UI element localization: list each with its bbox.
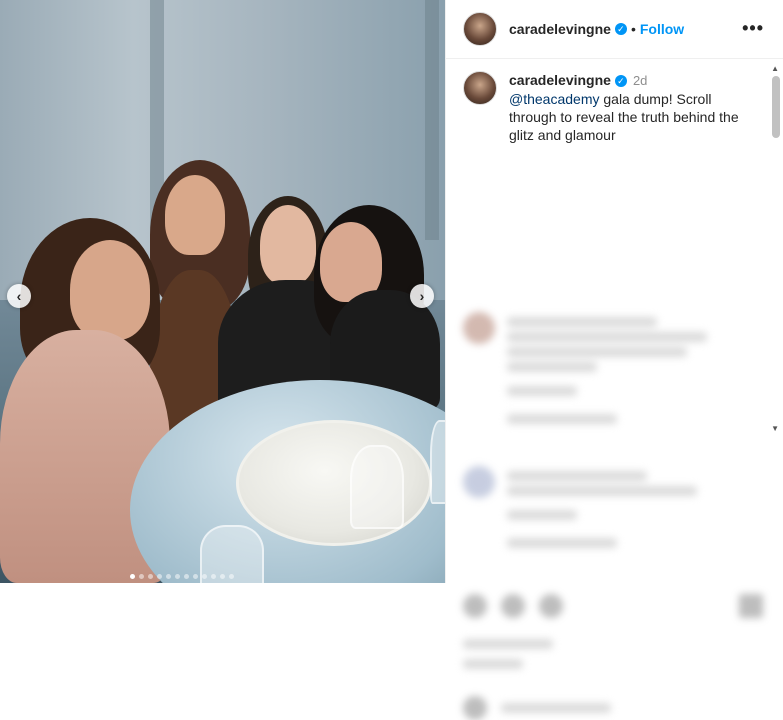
person-face: [165, 175, 225, 255]
comment-line: [507, 510, 577, 520]
comment-line: [507, 486, 697, 496]
post-caption: caradelevingne ✓ 2d @theacademy gala dump!…: [446, 59, 783, 144]
person-face: [70, 240, 150, 340]
like-icon: [463, 594, 487, 618]
follow-button[interactable]: Follow: [640, 21, 684, 37]
wine-glass: [430, 420, 445, 504]
comment-avatar: [463, 312, 495, 344]
carousel-dot: [211, 574, 216, 579]
comment-item: [463, 312, 727, 429]
more-options-icon[interactable]: •••: [742, 18, 764, 39]
carousel-dot: [184, 574, 189, 579]
comment-line: [507, 362, 597, 372]
caption-time[interactable]: 2d: [633, 73, 647, 88]
carousel-prev-button[interactable]: ‹: [7, 284, 31, 308]
verified-badge-icon: ✓: [614, 23, 627, 35]
carousel-dot: [148, 574, 153, 579]
action-bar: [463, 594, 763, 618]
carousel-dot: [193, 574, 198, 579]
comment-line: [507, 386, 577, 396]
carousel-dot: [202, 574, 207, 579]
add-comment-placeholder: [501, 703, 611, 713]
likes-line: [463, 639, 553, 649]
carousel-dots: [130, 574, 234, 579]
carousel-dot: [157, 574, 162, 579]
verified-badge-icon: ✓: [614, 75, 627, 88]
comment-line: [507, 347, 687, 357]
comment-line: [507, 317, 657, 327]
scrollbar-thumb[interactable]: [772, 76, 780, 138]
caption-avatar[interactable]: [463, 71, 497, 105]
carousel-dot: [175, 574, 180, 579]
separator-dot: •: [630, 21, 636, 37]
scroll-up-arrow-icon[interactable]: ▲: [771, 64, 779, 73]
comment-line: [507, 471, 647, 481]
photo-pillar: [425, 0, 439, 240]
caption-mention[interactable]: @theacademy: [509, 91, 599, 107]
comment-avatar: [463, 466, 495, 498]
chevron-right-icon: ›: [419, 288, 425, 304]
author-avatar[interactable]: [463, 12, 497, 46]
chevron-left-icon: ‹: [16, 288, 22, 304]
scroll-down-arrow-icon[interactable]: ▼: [771, 424, 779, 433]
author-username[interactable]: caradelevingne: [509, 21, 611, 37]
date-line: [463, 659, 523, 669]
carousel-dot: [229, 574, 234, 579]
comment-item: [463, 466, 727, 553]
post-header: caradelevingne ✓ • Follow •••: [446, 0, 783, 59]
save-icon: [739, 594, 763, 618]
carousel-dot: [220, 574, 225, 579]
wine-glass: [350, 445, 404, 529]
emoji-icon: [463, 696, 487, 720]
comment-icon: [501, 594, 525, 618]
post-photo[interactable]: ‹ ›: [0, 0, 445, 583]
comment-line: [507, 538, 617, 548]
share-icon: [539, 594, 563, 618]
carousel-dot: [166, 574, 171, 579]
carousel-dot: [139, 574, 144, 579]
carousel-dot: [130, 574, 135, 579]
person-face: [260, 205, 316, 285]
caption-username[interactable]: caradelevingne: [509, 72, 611, 88]
comment-line: [507, 332, 707, 342]
post-sidebar: caradelevingne ✓ • Follow ••• caradelevi…: [445, 0, 783, 720]
comment-line: [507, 414, 617, 424]
carousel-next-button[interactable]: ›: [410, 284, 434, 308]
add-comment-row: [463, 696, 611, 720]
